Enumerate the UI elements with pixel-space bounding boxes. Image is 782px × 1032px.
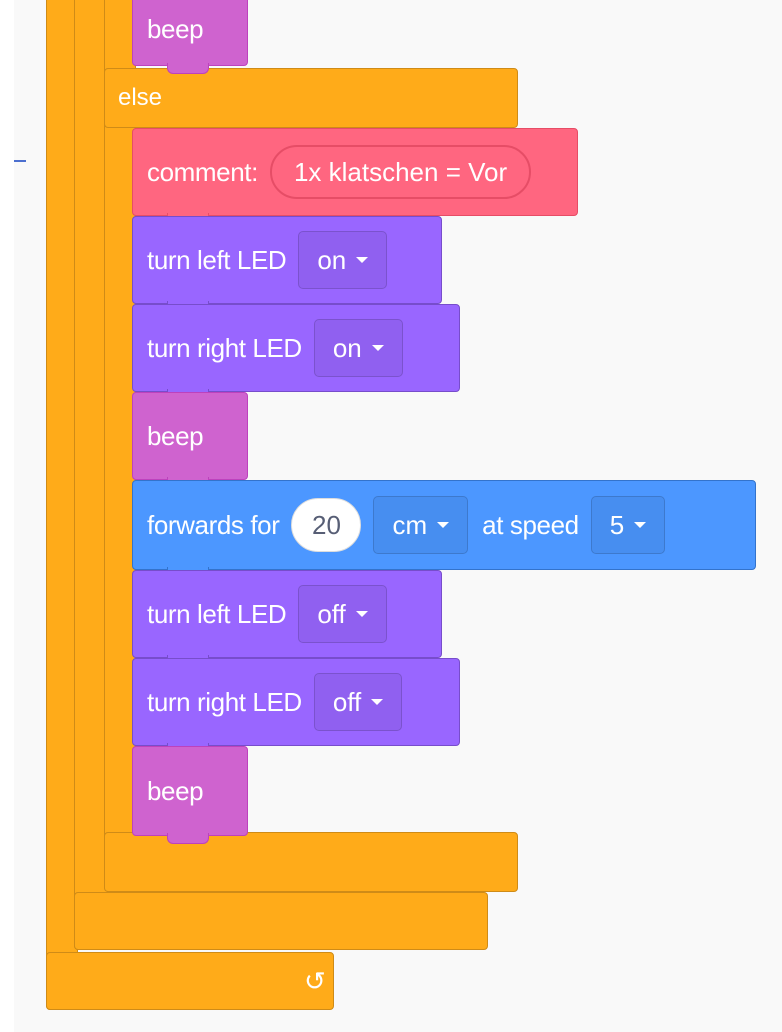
forwards-label: forwards for: [147, 509, 280, 540]
control-block-bottom-middle[interactable]: [74, 892, 488, 950]
turn-left-led-label: turn left LED: [147, 598, 287, 629]
led-state-dropdown[interactable]: off: [313, 673, 403, 731]
else-label: else: [118, 84, 163, 111]
chevron-down-icon: [437, 522, 450, 528]
beep-label: beep: [147, 775, 204, 806]
turn-right-led-off-block[interactable]: turn right LED off: [132, 658, 460, 754]
speed-dropdown[interactable]: 5: [590, 496, 666, 554]
turn-left-led-label: turn left LED: [147, 244, 287, 275]
led-state-dropdown[interactable]: on: [298, 231, 388, 289]
led-state-value: off: [332, 686, 362, 717]
led-state-value: off: [317, 598, 346, 629]
comment-text-field[interactable]: 1x klatschen = Vor: [269, 145, 532, 199]
chevron-down-icon: [355, 611, 368, 617]
led-state-value: on: [317, 244, 347, 275]
led-state-value: on: [332, 332, 362, 363]
beep-label: beep: [147, 420, 204, 451]
chevron-down-icon: [371, 345, 384, 351]
workspace-marker-line: [14, 160, 26, 162]
beep-label: beep: [147, 13, 204, 44]
turn-left-led-on-block[interactable]: turn left LED on: [132, 216, 442, 312]
chevron-down-icon: [371, 699, 384, 705]
forwards-block[interactable]: forwards for 20 cm at speed 5: [132, 480, 756, 578]
led-state-dropdown[interactable]: on: [313, 319, 403, 377]
speed-value: 5: [609, 509, 625, 540]
comment-label: comment:: [147, 156, 258, 187]
comment-block[interactable]: comment: 1x klatschen = Vor: [132, 128, 578, 224]
beep-block-bottom[interactable]: beep: [132, 746, 248, 844]
unit-dropdown[interactable]: cm: [373, 496, 469, 554]
chevron-down-icon: [356, 257, 369, 263]
code-workspace: else ↺ beep comment: 1x klatschen = Vor …: [14, 0, 782, 1032]
distance-value: 20: [312, 509, 341, 540]
if-else-else-bar[interactable]: [104, 68, 518, 128]
forever-loop-bottom[interactable]: [46, 952, 334, 1010]
turn-right-led-label: turn right LED: [147, 686, 302, 717]
unit-value: cm: [392, 509, 428, 540]
turn-right-led-label: turn right LED: [147, 332, 302, 363]
loop-arrow-icon: ↺: [304, 966, 326, 996]
comment-text-value: 1x klatschen = Vor: [293, 156, 508, 187]
if-else-block-bottom[interactable]: [104, 832, 518, 892]
speed-label: at speed: [482, 509, 579, 540]
distance-input[interactable]: 20: [291, 498, 362, 552]
turn-right-led-on-block[interactable]: turn right LED on: [132, 304, 460, 400]
control-block-arm-middle[interactable]: [74, 0, 108, 950]
led-state-dropdown[interactable]: off: [298, 585, 387, 643]
beep-block-middle[interactable]: beep: [132, 392, 248, 488]
beep-block-top[interactable]: beep: [132, 0, 248, 74]
chevron-down-icon: [634, 522, 647, 528]
turn-left-led-off-block[interactable]: turn left LED off: [132, 570, 442, 666]
